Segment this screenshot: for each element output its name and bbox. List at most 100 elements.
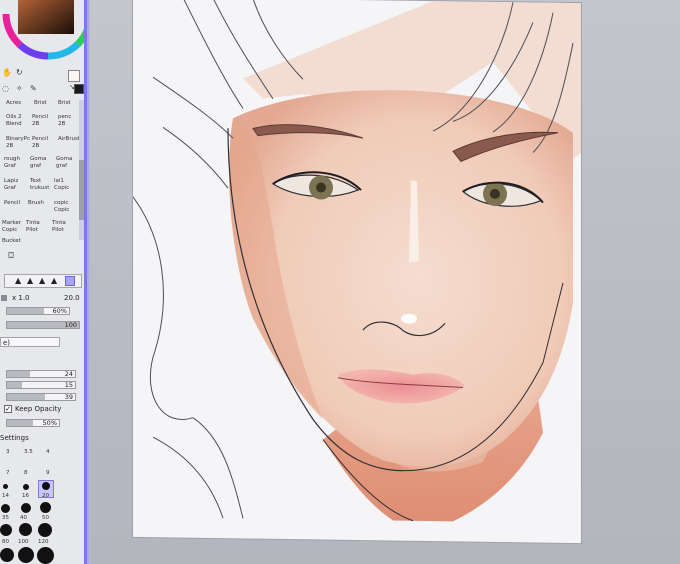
size-dot-250[interactable] (0, 548, 14, 562)
tool-penc-2b-label: 2B (58, 121, 66, 127)
tool-brist-2-label: Brist (58, 100, 71, 106)
tool-rough-label: rough (4, 156, 20, 162)
shape-selected-icon[interactable] (65, 276, 75, 286)
tool-lapiz-graf[interactable]: Lapiz Graf (4, 178, 24, 198)
tool-acres-label: Acres (6, 100, 22, 106)
portrait-artwork (133, 0, 581, 522)
size-label-7: 7 (6, 470, 10, 476)
tool-copic-copic[interactable]: copic Copic (54, 200, 74, 220)
tool-goma-2-graf-label: graf (56, 163, 68, 169)
tool-tinta-pilot-1[interactable]: Tinta Pilot (26, 220, 46, 240)
tool-lai1-copic[interactable]: lai1 Copic (54, 178, 74, 198)
size-dot-80[interactable] (0, 524, 12, 536)
tool-tinta-pilot-2[interactable]: Tinta Pilot (52, 220, 72, 240)
param-slider-2[interactable]: 15 (6, 381, 76, 389)
size-lock-icon[interactable] (1, 295, 7, 301)
tool-oils-blend[interactable]: Oils 2 Blend (6, 114, 26, 134)
tool-marker-copic[interactable]: Marker Copic (2, 220, 22, 240)
size-dot-100[interactable] (19, 523, 32, 536)
size-dot-35[interactable] (1, 504, 10, 513)
magic-wand-icon[interactable]: ✧ (16, 84, 23, 93)
rotate-icon[interactable]: ↻ (16, 68, 23, 77)
param-2-value: 15 (64, 381, 73, 389)
tool-oils-label: Oils 2 (6, 114, 22, 120)
size-dot-14[interactable] (3, 484, 8, 489)
tool-airbrush[interactable]: AirBrush (58, 136, 81, 156)
tool-goma-2-label: Goma (56, 156, 73, 162)
eyedropper-icon[interactable]: ✎ (30, 84, 37, 93)
tool-scrollbar-thumb[interactable] (79, 160, 84, 220)
size-dot-350[interactable] (37, 547, 54, 564)
blend-value: 50% (42, 419, 57, 427)
shape-triangle-4-icon[interactable]: ▲ (51, 276, 57, 285)
size-label-9: 9 (46, 470, 50, 476)
tool-brush[interactable]: Brush (28, 200, 48, 220)
size-dot-50[interactable] (40, 502, 51, 513)
tool-penc-2b[interactable]: penc 2B (58, 114, 78, 134)
tool-trukust-label: trukust (30, 185, 50, 191)
keep-opacity-row: ✓ Keep Opacity (2, 405, 82, 415)
tool-icons-row-1: ✋ ↻ (2, 68, 62, 78)
tool-pencil-c[interactable]: Pencil (4, 200, 24, 220)
param-1-value: 24 (64, 370, 73, 378)
tool-binarypc-2b-label: 2B (6, 143, 14, 149)
shape-triangle-2-icon[interactable]: ▲ (27, 276, 33, 285)
tool-goma-1-graf-label: graf (30, 163, 42, 169)
size-label-3: 3 (6, 449, 10, 455)
tool-text-trukust[interactable]: Text trukust (30, 178, 50, 198)
param-slider-1-fill (7, 371, 31, 377)
tool-tinta-1-label: Tinta (26, 220, 40, 226)
tool-penc-label: penc (58, 114, 72, 120)
blend-slider-fill (7, 420, 33, 426)
size-label-14: 14 (2, 493, 9, 499)
param-slider-3[interactable]: 39 (6, 393, 76, 401)
blend-mode-select[interactable]: e) (0, 337, 60, 347)
size-dot-300[interactable] (18, 547, 34, 563)
param-slider-2-fill (7, 382, 22, 388)
tool-goma-1-label: Goma (30, 156, 47, 162)
tool-icons-row-2: ◌ ✧ ✎ (2, 84, 62, 94)
tool-binarypc[interactable]: BinaryPc 2B (6, 136, 30, 156)
shape-triangle-3-icon[interactable]: ▲ (39, 276, 45, 285)
color-wheel[interactable] (0, 0, 84, 60)
tool-pencil-2b[interactable]: Pencil 2B (32, 114, 52, 134)
size-label-8: 8 (24, 470, 28, 476)
size-label-20: 20 (42, 493, 49, 499)
size-dot-16[interactable] (23, 484, 29, 490)
size-label-80: 80 (2, 539, 9, 545)
opacity-slider[interactable]: 100 (6, 321, 80, 329)
size-dot-40[interactable] (21, 503, 31, 513)
drawing-canvas[interactable] (133, 0, 581, 544)
density-slider-fill (7, 308, 45, 314)
param-slider-3-fill (7, 394, 46, 400)
size-label-4: 4 (46, 449, 50, 455)
param-slider-1[interactable]: 24 (6, 370, 76, 378)
lasso-icon[interactable]: ◌ (2, 84, 9, 93)
size-label-120: 120 (38, 539, 49, 545)
tool-scrollbar[interactable] (79, 100, 84, 240)
hand-icon[interactable]: ✋ (2, 68, 12, 77)
size-label-35: 35 (2, 515, 9, 521)
swap-colors-icon[interactable]: ↘ (69, 83, 75, 91)
tool-goma-graf-2[interactable]: Goma graf (56, 156, 76, 176)
foreground-color-swatch[interactable] (68, 70, 80, 82)
tool-grid: Acres Brist Brist Oils 2 Blend Pencil 2B p… (0, 98, 81, 263)
tool-pencil-2b-b[interactable]: Pencil 2B (32, 136, 52, 156)
size-multiplier[interactable]: x 1.0 (12, 294, 30, 302)
tool-lai1-label: lai1 (54, 178, 64, 184)
size-label-40: 40 (20, 515, 27, 521)
keep-opacity-checkbox[interactable]: ✓ (4, 405, 12, 413)
tool-brist-1-label: Brist (34, 100, 47, 106)
blend-slider[interactable]: 50% (6, 419, 60, 427)
size-value[interactable]: 20.0 (64, 294, 80, 302)
tool-rough-graf[interactable]: rough Graf (4, 156, 24, 176)
background-color-swatch[interactable] (74, 84, 84, 94)
tool-bucket-label: Bucket (2, 238, 21, 244)
tool-pencil-c-label: Pencil (4, 200, 21, 206)
tool-goma-graf-1[interactable]: Goma graf (30, 156, 50, 176)
size-dot-120[interactable] (38, 523, 52, 537)
density-slider[interactable]: 60% (6, 307, 70, 315)
tool-marker-copic-label: Copic (2, 227, 18, 233)
tool-tinta-2-label: Tinta (52, 220, 66, 226)
shape-triangle-1-icon[interactable]: ▲ (15, 276, 21, 285)
